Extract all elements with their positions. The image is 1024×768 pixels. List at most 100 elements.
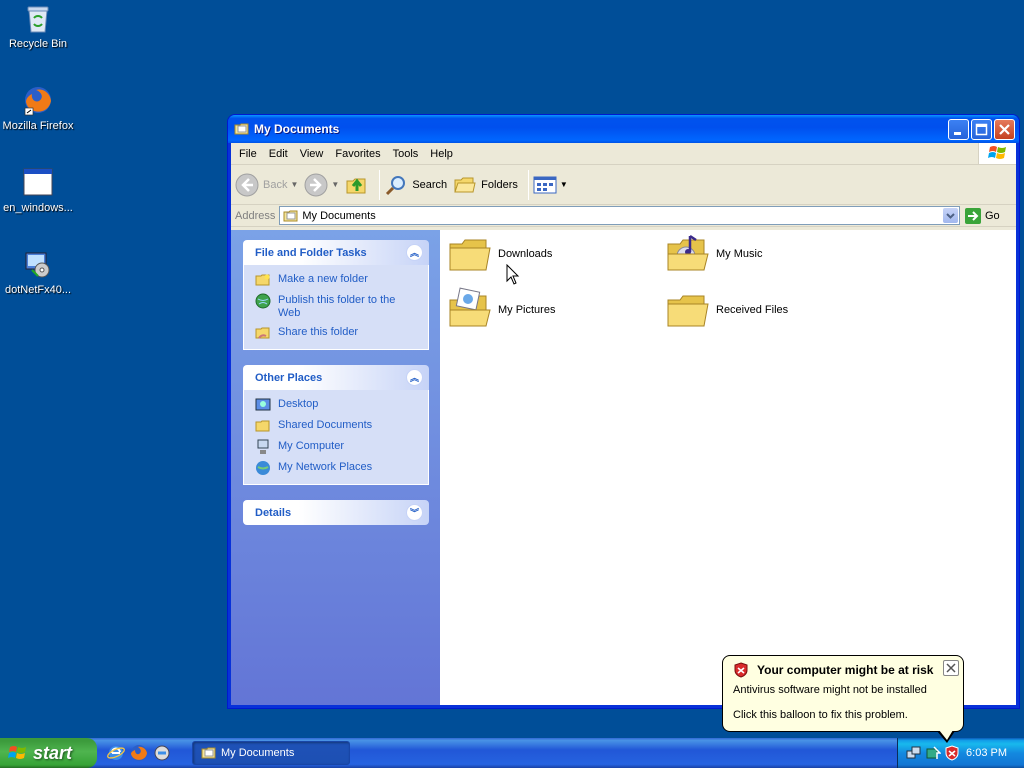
place-label: Shared Documents xyxy=(278,419,373,431)
details-header[interactable]: Details ︾ xyxy=(243,500,429,525)
security-balloon[interactable]: Your computer might be at risk Antivirus… xyxy=(722,655,964,732)
firefox-icon[interactable] xyxy=(130,744,148,762)
maximize-button[interactable] xyxy=(971,118,992,140)
close-button[interactable] xyxy=(994,118,1015,140)
search-button[interactable]: Search xyxy=(384,173,447,197)
forward-arrow-icon xyxy=(304,173,328,196)
my-documents-icon xyxy=(234,123,249,135)
shared-folder-icon xyxy=(255,420,270,432)
place-my-network-places[interactable]: My Network Places xyxy=(255,460,418,476)
task-publish-web[interactable]: Publish this folder to the Web xyxy=(255,293,418,320)
taskbar-button-my-documents[interactable]: My Documents xyxy=(192,741,350,765)
place-my-computer[interactable]: My Computer xyxy=(255,439,418,455)
security-shield-icon[interactable] xyxy=(944,745,960,761)
title-bar[interactable]: My Documents xyxy=(228,115,1019,143)
task-pane: File and Folder Tasks ︽ Make a new folde… xyxy=(231,230,440,705)
menu-edit[interactable]: Edit xyxy=(263,148,294,160)
address-input[interactable]: My Documents xyxy=(279,206,960,225)
task-label: Make a new folder xyxy=(278,273,368,285)
details-panel: Details ︾ xyxy=(243,500,429,525)
place-desktop[interactable]: Desktop xyxy=(255,397,418,413)
desktop-icon-firefox[interactable]: Mozilla Firefox xyxy=(0,84,76,132)
minimize-button[interactable] xyxy=(948,118,969,140)
forward-button[interactable]: ▼ xyxy=(304,173,339,197)
my-documents-icon xyxy=(283,210,298,221)
panel-title: Details xyxy=(255,506,292,519)
pictures-folder-icon xyxy=(449,287,491,327)
close-icon xyxy=(999,123,1010,135)
back-button[interactable]: Back ▼ xyxy=(235,173,298,197)
desktop-icon xyxy=(255,398,271,411)
place-label: My Computer xyxy=(278,440,345,452)
views-icon xyxy=(533,176,557,193)
start-label: start xyxy=(33,742,73,763)
quick-launch xyxy=(107,744,176,762)
go-label: Go xyxy=(985,209,1000,222)
clock[interactable]: 6:03 PM xyxy=(966,747,1007,759)
file-label: Received Files xyxy=(716,304,789,316)
task-label: Publish this folder to the Web xyxy=(278,294,396,319)
menu-file[interactable]: File xyxy=(233,148,263,160)
windows-flag-icon xyxy=(988,146,1006,159)
folder-received-files[interactable]: Received Files xyxy=(664,286,788,334)
windows-logo xyxy=(978,143,1016,164)
back-dropdown-icon[interactable]: ▼ xyxy=(290,180,298,189)
toolbar: Back ▼ ▼ Search Folders ▼ xyxy=(231,165,1016,205)
balloon-close-button[interactable] xyxy=(943,660,959,676)
desktop-icon-en-windows[interactable]: en_windows... xyxy=(0,166,76,214)
internet-explorer-icon[interactable] xyxy=(107,744,125,762)
folder-downloads[interactable]: Downloads xyxy=(446,230,552,278)
menu-view[interactable]: View xyxy=(294,148,330,160)
expand-icon[interactable]: ︾ xyxy=(406,504,423,521)
folders-button[interactable]: Folders xyxy=(453,173,518,197)
folder-my-music[interactable]: My Music xyxy=(664,230,762,278)
safely-remove-icon[interactable] xyxy=(925,745,941,761)
place-shared-documents[interactable]: Shared Documents xyxy=(255,418,418,434)
task-make-new-folder[interactable]: Make a new folder xyxy=(255,272,418,288)
other-places-panel: Other Places ︽ Desktop Shared Documents xyxy=(243,365,429,485)
file-list: Downloads My Music My Pictures Received … xyxy=(440,230,1016,705)
security-shield-icon xyxy=(734,662,748,678)
network-connection-icon[interactable] xyxy=(906,745,922,761)
go-button[interactable]: Go xyxy=(964,207,1012,225)
folder-my-pictures[interactable]: My Pictures xyxy=(446,286,555,334)
desktop-icon-dotnetfx[interactable]: dotNetFx40... xyxy=(0,248,76,296)
taskbar: start My Documents 6:03 PM xyxy=(0,738,1024,768)
desktop-icon-label: dotNetFx40... xyxy=(4,284,72,296)
file-folder-tasks-header[interactable]: File and Folder Tasks ︽ xyxy=(243,240,429,265)
up-folder-button[interactable] xyxy=(345,173,369,197)
mouse-cursor-icon xyxy=(506,264,520,285)
menu-help[interactable]: Help xyxy=(424,148,459,160)
computer-icon xyxy=(257,439,269,454)
menu-bar: File Edit View Favorites Tools Help xyxy=(231,143,1016,165)
folder-icon xyxy=(449,239,491,271)
content-area: File and Folder Tasks ︽ Make a new folde… xyxy=(231,230,1016,705)
window-client: File Edit View Favorites Tools Help Back… xyxy=(231,143,1016,705)
panel-body: Make a new folder Publish this folder to… xyxy=(243,265,429,350)
views-dropdown-icon[interactable]: ▼ xyxy=(560,180,568,189)
window-title: My Documents xyxy=(254,122,340,136)
new-folder-icon xyxy=(255,274,270,286)
file-label: My Pictures xyxy=(498,304,556,316)
folder-icon xyxy=(667,295,709,327)
collapse-icon[interactable]: ︽ xyxy=(406,244,423,261)
address-dropdown-button[interactable] xyxy=(943,208,958,223)
installer-icon xyxy=(25,252,50,278)
show-desktop-icon[interactable] xyxy=(153,744,171,762)
minimize-icon xyxy=(954,131,961,135)
start-button[interactable]: start xyxy=(0,738,97,768)
forward-dropdown-icon[interactable]: ▼ xyxy=(331,180,339,189)
desktop-icon-recycle-bin[interactable]: Recycle Bin xyxy=(0,2,76,50)
collapse-icon[interactable]: ︽ xyxy=(406,369,423,386)
panel-title: File and Folder Tasks xyxy=(255,246,367,259)
explorer-window: My Documents File Edit View Favorites To… xyxy=(227,114,1020,709)
toolbar-separator xyxy=(527,169,529,200)
recycle-bin-icon xyxy=(27,6,49,33)
views-button[interactable]: ▼ xyxy=(533,175,568,195)
task-share-folder[interactable]: Share this folder xyxy=(255,325,418,341)
menu-tools[interactable]: Tools xyxy=(387,148,425,160)
menu-favorites[interactable]: Favorites xyxy=(329,148,386,160)
share-folder-icon xyxy=(255,327,270,339)
balloon-title: Your computer might be at risk xyxy=(757,663,934,677)
other-places-header[interactable]: Other Places ︽ xyxy=(243,365,429,390)
